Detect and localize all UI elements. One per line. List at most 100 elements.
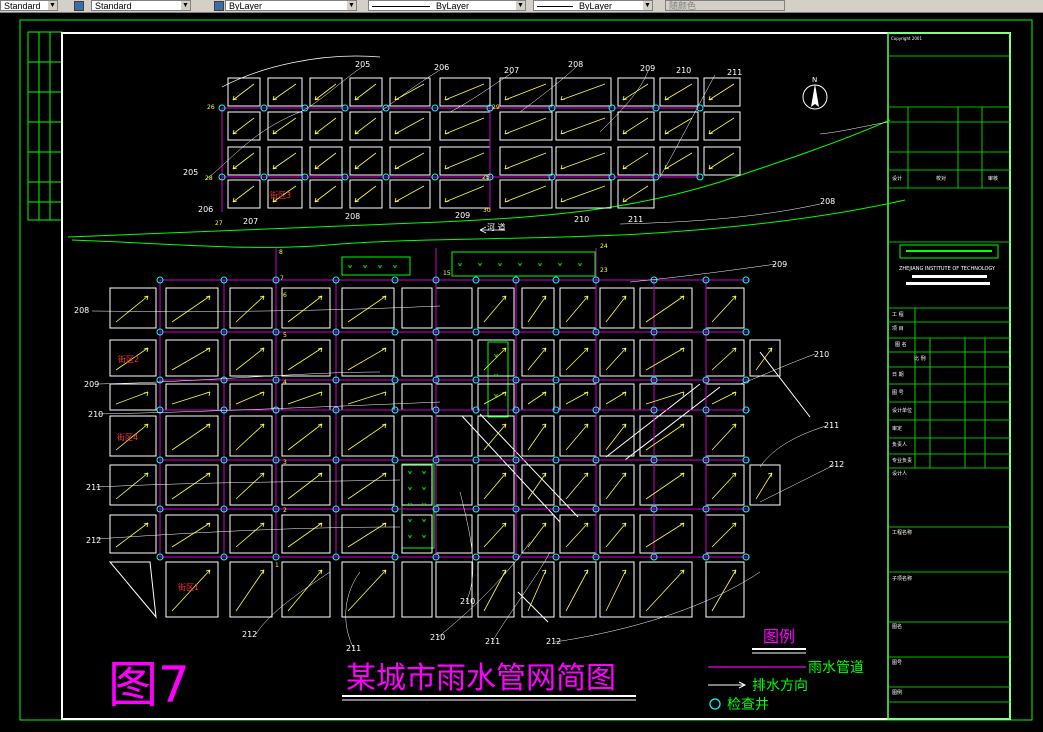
flow-arrow-icon (708, 152, 735, 170)
title-block-label: 设计单位 (892, 407, 912, 414)
node-label: 26 (207, 104, 215, 111)
flow-arrow-icon (235, 472, 265, 500)
leader-line (255, 571, 331, 635)
legend-heading: 图例 (763, 627, 795, 646)
city-block (477, 561, 515, 618)
city-block (435, 287, 473, 329)
flow-arrow-icon (504, 185, 547, 203)
flow-arrow-icon (708, 83, 735, 101)
copyright-text: Copyright 2001 (891, 36, 922, 41)
pipe-label: 210 (814, 350, 829, 359)
text-style-icon[interactable] (74, 1, 84, 11)
green-areas (341, 251, 596, 549)
flow-arrow-icon (527, 472, 547, 500)
flow-arrow-icon (560, 117, 606, 135)
pipe-label: 205 (183, 168, 198, 177)
vegetation-icon (577, 262, 583, 267)
pipe-label: 211 (86, 483, 101, 492)
flow-arrow-icon (565, 522, 589, 548)
flow-arrow-icon (314, 83, 337, 101)
plot-style-select[interactable]: 随颜色 (665, 0, 785, 11)
city-block (435, 339, 473, 377)
drawing-labels: 205 206 207 208 209 210 211 205 206 207 208 209 210 2… (74, 60, 844, 653)
flow-arrow-icon (504, 83, 547, 101)
district-label: 街区1 (178, 582, 199, 592)
flow-arrow-icon (483, 472, 507, 500)
title-block-label: 子项名称 (892, 575, 912, 582)
color-select[interactable]: ByLayer ▼ (225, 0, 357, 11)
flow-arrow-icon (711, 569, 737, 612)
title-block-label: 校对 (936, 175, 946, 182)
legend-manhole-icon (709, 698, 721, 710)
flow-arrow-icon (171, 472, 211, 500)
node-label: 29 (492, 104, 500, 111)
flow-arrow-icon (622, 117, 649, 135)
flow-arrow-icon (444, 152, 485, 170)
lineweight-value: ByLayer (579, 1, 613, 11)
pipe-label: 209 (640, 64, 655, 73)
institute-name: ZHEJIANG INSTITUTE OF TECHNOLOGY (899, 266, 996, 272)
flow-arrow-icon (394, 152, 425, 170)
flow-arrow-icon (622, 152, 649, 170)
flow-arrow-icon (171, 347, 211, 371)
vegetation-icon (477, 262, 483, 267)
outer-frame (19, 19, 1033, 721)
chevron-down-icon: ▼ (516, 1, 525, 10)
vegetation-icon (407, 486, 413, 491)
flow-arrow-icon (527, 569, 547, 612)
flow-arrow-icon (235, 569, 265, 612)
flow-arrow-icon (444, 117, 485, 135)
lineweight-select[interactable]: ByLayer ▼ (533, 0, 653, 11)
vegetation-icon (407, 470, 413, 475)
flow-arrow-icon (287, 295, 323, 323)
city-block (401, 287, 433, 329)
legend-direction-label: 排水方向 (752, 678, 808, 694)
flow-arrow-icon (527, 295, 547, 323)
title-block-label: 工程名称 (892, 529, 912, 536)
leader-line (739, 353, 816, 385)
linetype-select[interactable]: ByLayer ▼ (368, 0, 526, 11)
flow-arrow-icon (755, 472, 773, 500)
river-label: 河 道 (487, 222, 506, 232)
leader-line (299, 66, 363, 113)
pipe-label: 212 (242, 630, 257, 639)
city-block (639, 383, 693, 411)
leader-line (519, 66, 577, 113)
vegetation-icon (407, 518, 413, 523)
pipe-label: 206 (198, 205, 213, 214)
flow-arrow-icon (314, 185, 337, 203)
flow-arrow-icon (483, 423, 507, 451)
flow-arrow-icon (645, 295, 685, 323)
flow-arrow-icon (504, 152, 547, 170)
drawing-title: 某城市雨水管网简图 (346, 661, 616, 696)
node-label: 6 (283, 292, 287, 299)
node-label: 1 (275, 562, 279, 569)
flow-arrow-icon (287, 522, 323, 548)
flow-arrow-icon (232, 185, 255, 203)
flow-arrow-icon (287, 391, 323, 405)
flow-arrow-icon (565, 391, 589, 405)
flow-arrow-icon (711, 295, 737, 323)
flow-arrow-icon (565, 569, 589, 612)
flow-arrow-icon (527, 522, 547, 548)
leader-line (759, 464, 835, 503)
lineweight-sample-icon (537, 6, 573, 8)
title-block-label: 图名 (892, 623, 902, 630)
city-block (401, 383, 433, 411)
title-block-label: 专业负责 (892, 457, 912, 464)
vegetation-icon (517, 262, 523, 267)
flow-arrow-icon (560, 185, 606, 203)
district-label: 街区3 (270, 190, 291, 200)
flow-arrow-icon (711, 472, 737, 500)
city-block (341, 383, 395, 411)
layer-color-swatch-icon[interactable] (214, 1, 224, 11)
dim-style-select[interactable]: Standard ▼ (91, 0, 191, 11)
pipe-label: 211 (824, 421, 839, 430)
city-block (705, 383, 745, 411)
flow-arrow-icon (565, 472, 589, 500)
node-label: 28 (205, 175, 213, 182)
text-style-select[interactable]: Standard ▼ (0, 0, 58, 11)
flow-arrow-icon (622, 83, 649, 101)
cad-drawing[interactable]: 设计 校对 审核工 程项 目图 名比 例日 期图 号设计单位审定负责人专业负责设计人… (0, 12, 1043, 732)
flow-arrow-icon (504, 117, 547, 135)
